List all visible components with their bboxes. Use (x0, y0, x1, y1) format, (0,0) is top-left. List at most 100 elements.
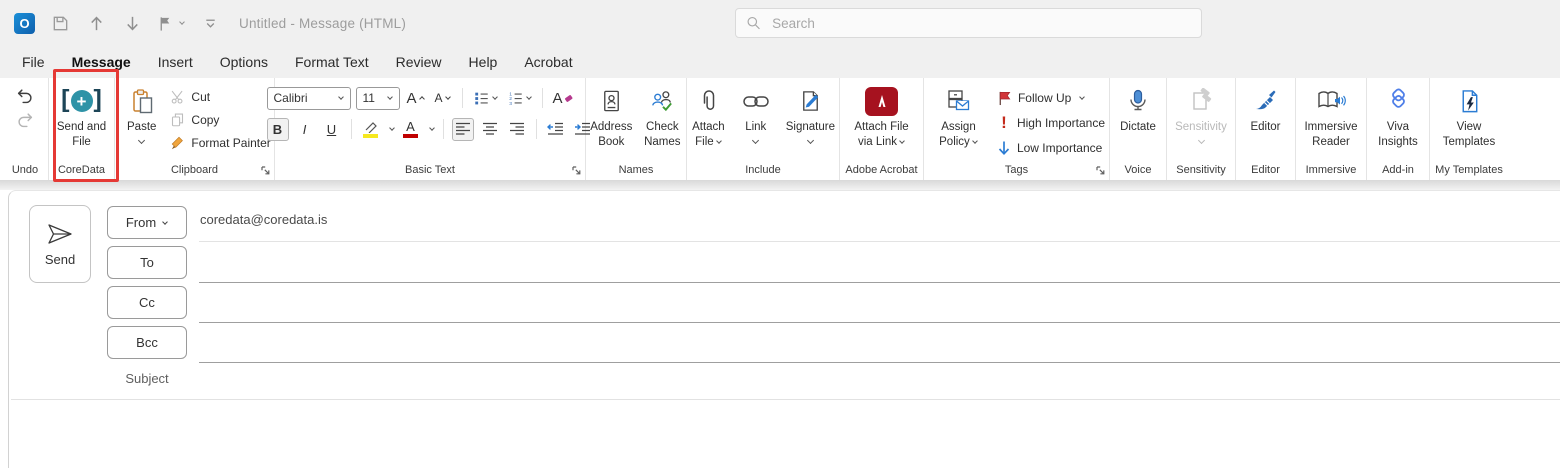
attach-file-via-link-button[interactable]: Attach File via Link (844, 83, 920, 151)
from-address: coredata@coredata.is (200, 212, 327, 227)
sensitivity-chevron-icon (1197, 137, 1204, 144)
dictate-button[interactable]: Dictate (1116, 83, 1160, 137)
ribbon-group-editor: Editor Editor (1236, 78, 1296, 180)
italic-button[interactable]: I (294, 118, 316, 141)
sensitivity-group-label: Sensitivity (1167, 160, 1235, 180)
adobe-acrobat-group-label: Adobe Acrobat (840, 160, 923, 180)
font-color-chevron-icon[interactable] (429, 125, 435, 131)
grow-font-button[interactable]: A (405, 87, 427, 110)
tab-file[interactable]: File (22, 54, 45, 70)
attach-file-button[interactable]: Attach File (687, 83, 730, 151)
save-icon[interactable] (49, 12, 71, 34)
paste-dropdown-chevron-icon (138, 137, 145, 144)
tab-format-text[interactable]: Format Text (295, 54, 369, 70)
link-chevron-icon (752, 137, 759, 144)
paste-button[interactable]: Paste (123, 83, 160, 145)
highlight-chevron-icon[interactable] (389, 125, 395, 131)
outlook-message-window: O Untitled - Message (HTML) (0, 0, 1560, 468)
decrease-indent-button[interactable] (545, 118, 567, 141)
bold-button[interactable]: B (267, 118, 289, 141)
copy-icon (170, 112, 185, 127)
message-body[interactable] (9, 401, 1560, 468)
move-up-icon[interactable] (85, 12, 107, 34)
send-button[interactable]: Send (29, 205, 91, 283)
tab-acrobat[interactable]: Acrobat (524, 54, 572, 70)
cc-field[interactable] (199, 322, 1560, 323)
to-field[interactable] (199, 282, 1560, 283)
titlebar: O Untitled - Message (HTML) (0, 0, 1560, 46)
redo-icon[interactable] (15, 111, 35, 131)
subject-label: Subject (107, 371, 187, 386)
svg-text:3: 3 (509, 101, 512, 106)
underline-button[interactable]: U (321, 118, 343, 141)
immersive-reader-button[interactable]: Immersive Reader (1296, 83, 1366, 151)
basic-text-dialog-launcher[interactable] (571, 165, 582, 176)
address-book-button[interactable]: Address Book (586, 83, 637, 151)
include-group-label: Include (687, 160, 839, 180)
bullets-button[interactable] (471, 87, 500, 110)
align-center-button[interactable] (479, 118, 501, 141)
font-name-combobox[interactable]: Calibri (267, 87, 351, 110)
outlook-logo-icon: O (14, 13, 35, 34)
clipboard-dialog-launcher[interactable] (260, 165, 271, 176)
check-names-button[interactable]: Check Names (639, 83, 686, 151)
ribbon-group-addin: Viva Insights Add-in (1367, 78, 1430, 180)
send-and-file-button[interactable]: [ + ] Send and File (50, 83, 114, 151)
follow-up-button[interactable]: Follow Up (993, 86, 1109, 109)
bcc-field[interactable] (199, 362, 1560, 363)
format-painter-button[interactable]: Format Painter (166, 131, 274, 154)
tab-help[interactable]: Help (469, 54, 498, 70)
search-box[interactable] (735, 8, 1202, 38)
numbering-button[interactable]: 123 (505, 87, 534, 110)
sensitivity-button[interactable]: Sensitivity (1171, 83, 1231, 145)
align-left-button[interactable] (452, 118, 474, 141)
clear-formatting-button[interactable]: A (551, 87, 576, 110)
highlight-color-bar (363, 134, 378, 138)
align-right-button[interactable] (506, 118, 528, 141)
bcc-button[interactable]: Bcc (107, 326, 187, 359)
coredata-group-label: CoreData (49, 160, 114, 180)
copy-button[interactable]: Copy (166, 108, 274, 131)
follow-up-flag-icon[interactable] (157, 12, 185, 34)
to-button[interactable]: To (107, 246, 187, 279)
flag-dropdown-chevron-icon (179, 19, 185, 25)
align-left-icon (455, 122, 471, 136)
ribbon-group-voice: Dictate Voice (1110, 78, 1167, 180)
customize-toolbar-icon[interactable] (199, 12, 221, 34)
compose-panel: Send From coredata@coredata.is To Cc Bcc… (8, 190, 1560, 468)
paste-icon (129, 85, 155, 117)
from-field-underline[interactable] (199, 241, 1560, 242)
viva-insights-button[interactable]: Viva Insights (1369, 83, 1427, 151)
search-input[interactable] (770, 15, 1191, 32)
search-icon (746, 15, 761, 31)
move-down-icon[interactable] (121, 12, 143, 34)
tab-message[interactable]: Message (72, 54, 131, 70)
tab-options[interactable]: Options (220, 54, 268, 70)
eraser-icon (564, 93, 574, 103)
font-size-combobox[interactable]: 11 (356, 87, 400, 110)
cc-button[interactable]: Cc (107, 286, 187, 319)
view-templates-button[interactable]: View Templates (1434, 83, 1504, 151)
text-highlight-button[interactable] (360, 118, 382, 141)
editor-button[interactable]: Editor (1246, 83, 1284, 137)
tab-review[interactable]: Review (396, 54, 442, 70)
cut-button[interactable]: Cut (166, 85, 274, 108)
tags-dialog-launcher[interactable] (1095, 165, 1106, 176)
low-importance-button[interactable]: Low Importance (993, 136, 1109, 159)
high-importance-button[interactable]: ! High Importance (993, 111, 1109, 134)
undo-icon[interactable] (15, 87, 35, 107)
ribbon-group-clipboard: Paste Cut Copy Format Painter (115, 78, 275, 180)
align-right-icon (509, 122, 525, 136)
assign-policy-button[interactable]: Assign Policy (930, 83, 987, 151)
font-color-button[interactable]: A (400, 118, 422, 141)
highlighter-icon (363, 121, 379, 133)
tab-insert[interactable]: Insert (158, 54, 193, 70)
from-button[interactable]: From (107, 206, 187, 239)
cut-icon (170, 89, 185, 104)
link-button[interactable]: Link (738, 83, 774, 145)
signature-button[interactable]: Signature (782, 83, 839, 145)
font-size-chevron-icon (387, 94, 393, 100)
shrink-font-button[interactable]: A (432, 87, 454, 110)
signature-icon (798, 85, 823, 117)
ribbon-group-undo: Undo (2, 78, 49, 180)
